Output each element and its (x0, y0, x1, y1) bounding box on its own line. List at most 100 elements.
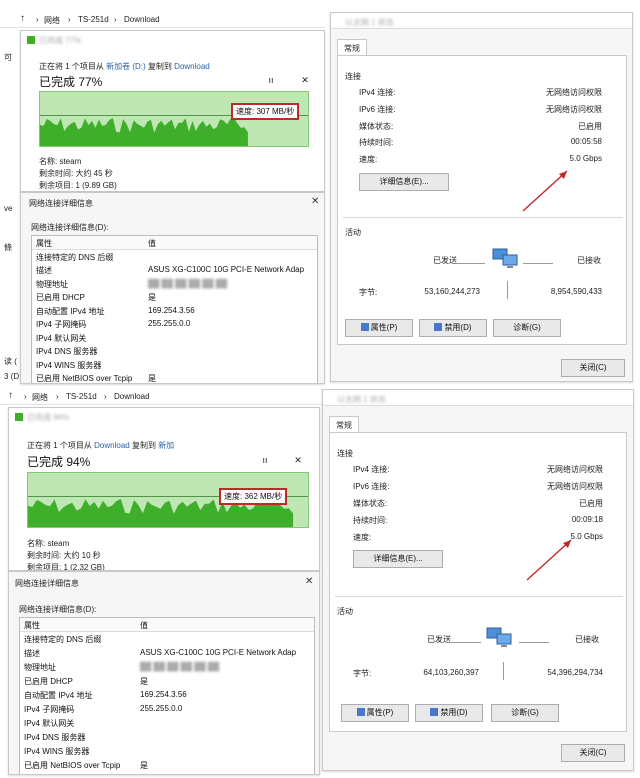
ipv6-label: IPv6 连接: (353, 482, 390, 491)
breadcrumb-network[interactable]: 网络 (32, 392, 48, 403)
prop-cell: IPv4 默认网关 (24, 719, 75, 728)
prop-cell: 已启用 DHCP (36, 293, 85, 302)
table-row: 连接特定的 DNS 后缀 (20, 632, 314, 646)
bytes-label: 字节: (359, 288, 378, 297)
details-button[interactable]: 详细信息(E)... (353, 550, 443, 568)
properties-label: 属性(P) (366, 708, 394, 717)
ipv4-label: IPv4 连接: (359, 88, 396, 97)
connection-section-label: 连接 (345, 72, 361, 81)
up-arrow-icon[interactable]: ↑ (20, 13, 25, 24)
properties-button[interactable]: 属性(P) (341, 704, 409, 722)
table-header: 属性 值 (20, 618, 314, 632)
copy-to-text: 复制到 (147, 62, 172, 71)
shield-icon (430, 708, 439, 716)
table-row: 自动配置 IPv4 地址 169.254.3.56 (32, 304, 317, 318)
copy-line-prefix: 正在将 1 个项目从 (39, 62, 104, 71)
close-button[interactable]: 关闭(C) (561, 359, 625, 377)
copy-dest-link[interactable]: Download (174, 62, 210, 71)
copy-dest-link[interactable]: 新加 (158, 441, 174, 450)
ipv4-value: 无网络访问权限 (546, 88, 602, 97)
copy-items-left: 剩余项目: 1 (2.32 GB) (27, 563, 105, 571)
pause-button[interactable]: ıı (266, 75, 276, 85)
ipv6-value: 无网络访问权限 (547, 482, 603, 491)
prop-cell: 描述 (36, 266, 52, 275)
copy-status-line: 正在将 1 个项目从 Download 复制到 新加 (27, 440, 174, 451)
sidebar-fragment: 可 (4, 53, 12, 62)
copy-name: 名称: steam (39, 157, 82, 166)
copy-source-link[interactable]: 新加卷 (D:) (106, 62, 146, 71)
sidebar-fragment: ve (4, 204, 13, 213)
copy-window-icon (15, 413, 23, 421)
details-table[interactable]: 属性 值 连接特定的 DNS 后缀 描述 ASUS XG-C100C 10G PC… (31, 235, 318, 383)
prop-cell: IPv4 子网掩码 (36, 320, 87, 329)
val-cell: 255.255.0.0 (140, 704, 183, 713)
activity-line (523, 263, 553, 264)
activity-section-label: 活动 (345, 228, 361, 237)
breadcrumb-sep: › (114, 15, 117, 24)
bottom-copy-dialog: 已完成 94% 正在将 1 个项目从 Download 复制到 新加 已完成 9… (8, 407, 320, 571)
breadcrumb-download[interactable]: Download (124, 15, 160, 24)
copy-source-link[interactable]: Download (94, 441, 130, 450)
duration-value: 00:09:18 (571, 515, 603, 524)
copy-items-left: 剩余项目: 1 (9.89 GB) (39, 181, 117, 190)
breadcrumb-network[interactable]: 网络 (44, 15, 60, 26)
copy-name: 名称: steam (27, 539, 70, 548)
details-table[interactable]: 属性 值 连接特定的 DNS 后缀 描述 ASUS XG-C100C 10G PC… (19, 617, 315, 774)
network-computers-icon (492, 248, 518, 268)
activity-line (519, 642, 549, 643)
table-row: 已启用 NetBIOS over Tcpip 是 (20, 758, 314, 772)
details-button[interactable]: 详细信息(E)... (359, 173, 449, 191)
copy-percent-title: 已完成 77% (39, 75, 103, 89)
prop-cell: IPv4 DNS 服务器 (24, 733, 86, 742)
cancel-copy-button[interactable]: ✕ (300, 75, 310, 86)
breadcrumb-nas[interactable]: TS-251d (66, 392, 97, 401)
bottom-address-bar[interactable]: ↑ › 网络 › TS-251d › Download (0, 389, 325, 405)
cancel-copy-button[interactable]: ✕ (293, 455, 303, 466)
table-row: 物理地址 ██ ██ ██ ██ ██ ██ (32, 277, 317, 291)
prop-cell: 自动配置 IPv4 地址 (36, 306, 105, 316)
prop-cell: 连接特定的 DNS 后缀 (24, 635, 102, 644)
bytes-label: 字节: (353, 669, 372, 678)
val-cell: ██ ██ ██ ██ ██ ██ (140, 662, 220, 671)
header-value: 值 (148, 239, 156, 248)
details-close-icon[interactable]: ✕ (305, 576, 313, 587)
details-close-icon[interactable]: ✕ (311, 196, 319, 207)
disable-button[interactable]: 禁用(D) (419, 319, 487, 337)
table-row: 连接特定的 DNS 后缀 (32, 250, 317, 264)
header-property: 属性 (36, 239, 52, 248)
details-title: 网络连接详细信息 (29, 199, 93, 208)
table-row: IPv4 默认网关 (20, 716, 314, 730)
duration-label: 持续时间: (359, 138, 394, 147)
network-computers-icon (486, 627, 512, 647)
top-status-dialog: 以太网 1 状态 常规 连接 IPv4 连接: 无网络访问权限 IPv6 连接:… (330, 12, 633, 382)
table-row: 已启用 DHCP 是 (32, 290, 317, 304)
prop-cell: 已启用 DHCP (24, 677, 73, 686)
details-title: 网络连接详细信息 (15, 579, 79, 588)
table-row: 自动配置 IPv4 地址 169.254.3.56 (20, 688, 314, 702)
top-address-bar[interactable]: ↑ › 网络 › TS-251d › Download (0, 12, 325, 28)
activity-line (451, 642, 481, 643)
disable-button[interactable]: 禁用(D) (415, 704, 483, 722)
properties-button[interactable]: 属性(P) (345, 319, 413, 337)
breadcrumb-download[interactable]: Download (114, 392, 150, 401)
speed-label: 速度: (353, 533, 372, 542)
section-divider (335, 596, 623, 597)
copy-window-title: 已完成 94% (27, 413, 70, 422)
breadcrumb-sep: › (36, 15, 39, 24)
diagnose-button[interactable]: 诊断(G) (491, 704, 559, 722)
speed-readout: 速度: 362 MB/秒 (219, 488, 288, 505)
copy-line-prefix: 正在将 1 个项目从 (27, 441, 92, 450)
sent-label: 已发送 (427, 635, 451, 644)
pause-button[interactable]: ıı (260, 455, 270, 465)
ipv6-label: IPv6 连接: (359, 105, 396, 114)
close-button[interactable]: 关闭(C) (561, 744, 625, 762)
copy-time-left: 剩余时间: 大约 45 秒 (39, 169, 113, 178)
details-subtitle: 网络连接详细信息(D): (31, 223, 109, 232)
breadcrumb-sep: › (56, 392, 59, 401)
val-cell: 255.255.0.0 (148, 319, 191, 328)
diagnose-button[interactable]: 诊断(G) (493, 319, 561, 337)
details-subtitle: 网络连接详细信息(D): (19, 605, 97, 614)
up-arrow-icon[interactable]: ↑ (8, 390, 13, 401)
breadcrumb-nas[interactable]: TS-251d (78, 15, 109, 24)
copy-to-text: 复制到 (131, 441, 156, 450)
